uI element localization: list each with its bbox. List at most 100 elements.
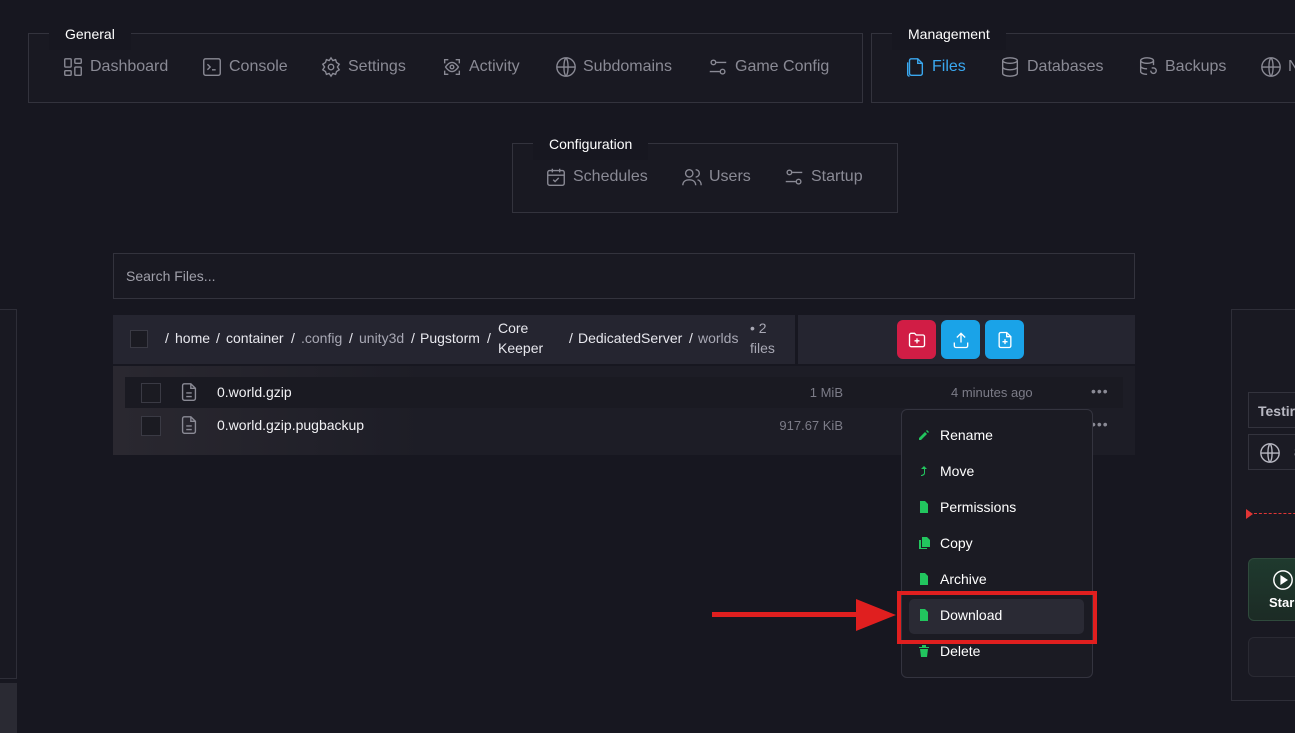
menu-item-label: Delete xyxy=(940,643,981,659)
breadcrumb-config[interactable]: .config xyxy=(301,330,342,346)
breadcrumb-separator: / xyxy=(165,330,169,346)
more-options-icon[interactable]: ••• xyxy=(1091,416,1109,432)
nav-schedules[interactable]: Schedules xyxy=(545,166,648,188)
breadcrumb-home[interactable]: home xyxy=(175,330,210,346)
menu-item-rename[interactable]: Rename xyxy=(918,420,993,450)
file-count-line2: files xyxy=(750,340,775,356)
address-field[interactable]: 8 xyxy=(1248,434,1295,470)
sliders-icon xyxy=(709,59,727,75)
server-name-text: Testir xyxy=(1258,403,1295,419)
upload-button[interactable] xyxy=(941,320,980,359)
menu-item-copy[interactable]: Copy xyxy=(918,528,973,558)
breadcrumb-unity3d[interactable]: unity3d xyxy=(359,330,404,346)
left-side-panel xyxy=(0,309,17,679)
pencil-icon xyxy=(919,430,929,440)
row-checkbox[interactable] xyxy=(141,416,161,436)
new-folder-button[interactable] xyxy=(897,320,936,359)
menu-item-label: Copy xyxy=(940,535,973,551)
calendar-icon xyxy=(547,168,565,186)
menu-item-move[interactable]: Move xyxy=(918,456,974,486)
nav-files[interactable]: Files xyxy=(904,56,966,78)
menu-item-label: Move xyxy=(940,463,975,479)
menu-item-label: Rename xyxy=(940,427,993,443)
database-icon xyxy=(1001,57,1019,77)
file-code-icon xyxy=(920,501,928,513)
nav-databases-label: Databases xyxy=(1027,58,1104,75)
breadcrumb-dedicated-server[interactable]: DedicatedServer xyxy=(578,330,682,346)
secondary-button[interactable] xyxy=(1248,637,1295,677)
breadcrumb-core-keeper-line2[interactable]: Keeper xyxy=(498,340,543,356)
nav-backups[interactable]: Backups xyxy=(1137,56,1226,78)
highlight-box xyxy=(897,591,1097,644)
dashboard-icon xyxy=(64,58,82,76)
menu-item-archive[interactable]: Archive xyxy=(918,564,987,594)
breadcrumb-separator: / xyxy=(216,330,220,346)
breadcrumb-separator: / xyxy=(487,330,491,346)
copy-icon xyxy=(919,537,930,549)
nav-files-label: Files xyxy=(932,58,966,75)
breadcrumb-separator: / xyxy=(411,330,415,346)
nav-users[interactable]: Users xyxy=(681,166,751,188)
backup-icon xyxy=(1139,57,1157,76)
globe-icon xyxy=(1261,57,1281,77)
server-name-field[interactable]: Testir xyxy=(1248,392,1295,428)
arrow-up-icon xyxy=(921,466,927,476)
breadcrumb-container[interactable]: container xyxy=(226,330,284,346)
breadcrumb: / home / container / .config / unity3d /… xyxy=(113,315,795,364)
search-placeholder: Search Files... xyxy=(126,268,216,284)
console-icon xyxy=(203,58,221,76)
breadcrumb-separator: / xyxy=(569,330,573,346)
nav-game-config-label: Game Config xyxy=(735,58,830,75)
right-side-panel: Testir 8 Star xyxy=(1231,309,1295,701)
nav-backups-label: Backups xyxy=(1165,58,1227,75)
file-size: 917.67 KiB xyxy=(779,418,843,433)
play-icon xyxy=(1273,570,1293,590)
status-indicator xyxy=(1246,509,1295,519)
activity-icon xyxy=(443,58,461,76)
left-side-panel-bottom xyxy=(0,683,17,733)
nav-startup[interactable]: Startup xyxy=(783,166,863,188)
breadcrumb-separator: / xyxy=(349,330,353,346)
select-all-checkbox[interactable] xyxy=(130,330,148,348)
nav-subdomains[interactable]: Subdomains xyxy=(555,56,672,78)
new-file-button[interactable] xyxy=(985,320,1024,359)
general-group-label: General xyxy=(49,18,131,50)
nav-console[interactable]: Console xyxy=(201,56,288,78)
nav-game-config[interactable]: Game Config xyxy=(707,56,829,78)
file-icon xyxy=(181,383,197,401)
nav-activity[interactable]: Activity xyxy=(441,56,520,78)
nav-network[interactable]: N xyxy=(1260,56,1295,78)
users-icon xyxy=(682,168,702,186)
globe-icon xyxy=(1260,443,1280,463)
nav-network-label: N xyxy=(1288,58,1295,75)
breadcrumb-pugstorm[interactable]: Pugstorm xyxy=(420,330,480,346)
nav-users-label: Users xyxy=(709,168,751,185)
nav-subdomains-label: Subdomains xyxy=(583,58,672,75)
files-icon xyxy=(906,58,924,77)
gear-icon xyxy=(321,56,341,78)
start-button[interactable]: Star xyxy=(1248,558,1295,621)
nav-schedules-label: Schedules xyxy=(573,168,648,185)
file-name[interactable]: 0.world.gzip.pugbackup xyxy=(217,417,364,433)
upload-icon xyxy=(953,331,968,348)
configuration-group-label: Configuration xyxy=(533,128,649,160)
breadcrumb-core-keeper-line1[interactable]: Core xyxy=(498,320,528,336)
more-options-icon[interactable]: ••• xyxy=(1091,383,1109,399)
menu-item-permissions[interactable]: Permissions xyxy=(918,492,1016,522)
breadcrumb-worlds: worlds xyxy=(698,330,739,346)
arrow-annotation-icon xyxy=(712,599,896,631)
search-input[interactable]: Search Files... xyxy=(113,253,1135,299)
nav-dashboard[interactable]: Dashboard xyxy=(62,56,168,78)
folder-plus-icon xyxy=(908,332,925,347)
nav-databases[interactable]: Databases xyxy=(999,56,1104,78)
row-checkbox[interactable] xyxy=(141,383,161,403)
menu-item-label: Archive xyxy=(940,571,987,587)
breadcrumb-separator: / xyxy=(689,330,693,346)
file-name[interactable]: 0.world.gzip xyxy=(217,384,292,400)
file-modified: 4 minutes ago xyxy=(951,385,1033,400)
breadcrumb-separator: / xyxy=(291,330,295,346)
nav-dashboard-label: Dashboard xyxy=(90,58,169,75)
nav-settings-label: Settings xyxy=(348,58,406,75)
file-icon xyxy=(181,416,197,434)
nav-settings[interactable]: Settings xyxy=(320,56,406,78)
